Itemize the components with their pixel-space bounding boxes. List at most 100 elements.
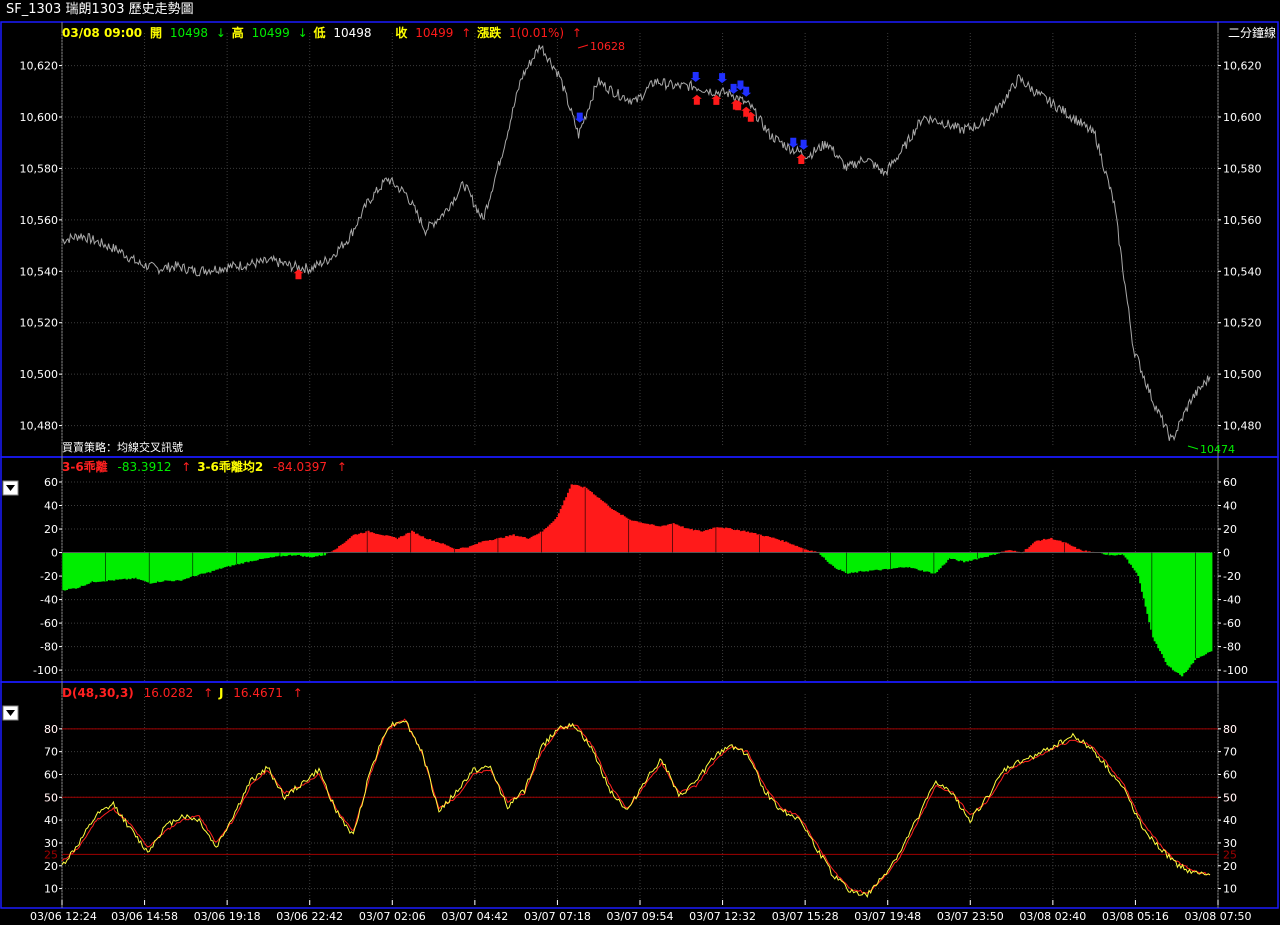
x-tick-label: 03/07 04:42 xyxy=(441,910,508,923)
header-open-arrow: ↓ xyxy=(216,26,226,40)
y-tick-label: -100 xyxy=(33,664,58,677)
y-tick-label: -20 xyxy=(1223,570,1241,583)
y-tick-label: 30 xyxy=(44,837,58,850)
y-tick-label: 40 xyxy=(44,500,58,513)
x-tick-label: 03/07 07:18 xyxy=(524,910,591,923)
bias-arrow: ↑ xyxy=(181,460,191,474)
y-tick-label: -100 xyxy=(1223,664,1248,677)
kd-d-arrow: ↑ xyxy=(203,686,213,700)
y-tick-label: 10,620 xyxy=(20,60,59,73)
bias-ma-arrow: ↑ xyxy=(337,460,347,474)
header-change-value: 1(0.01%) xyxy=(509,26,564,40)
y-tick-label: 10,540 xyxy=(20,265,59,278)
x-tick-label: 03/07 12:32 xyxy=(689,910,756,923)
sell-signal xyxy=(788,137,799,148)
kd-grid xyxy=(61,694,1219,906)
kd-d-line xyxy=(61,718,1211,894)
y-tick-label: 20 xyxy=(44,860,58,873)
sell-signal xyxy=(690,72,701,83)
y-tick-label: 80 xyxy=(44,723,58,736)
y-tick-label: 10,600 xyxy=(20,111,59,124)
high-marker xyxy=(577,44,589,49)
y-tick-label: -20 xyxy=(40,570,58,583)
header-low-label: 低 xyxy=(312,25,325,40)
header-open-label: 開 xyxy=(150,26,162,40)
bias-name: 3-6乖離 xyxy=(62,459,108,474)
header-close-arrow: ↑ xyxy=(461,26,471,40)
y-tick-label: 40 xyxy=(1223,814,1237,827)
x-tick-label: 03/06 19:18 xyxy=(194,910,261,923)
x-tick-label: 03/08 02:40 xyxy=(1019,910,1086,923)
y-tick-label: 0 xyxy=(51,547,58,560)
y-tick-label: 50 xyxy=(1223,791,1237,804)
x-tick-label: 03/07 19:48 xyxy=(854,910,921,923)
period-label: 二分鐘線 xyxy=(1228,25,1276,40)
header-high-arrow: ↓ xyxy=(298,26,308,40)
x-tick-label: 03/06 12:24 xyxy=(30,910,97,923)
low-marker xyxy=(1187,445,1199,450)
kd-j-line xyxy=(61,720,1211,899)
price-line xyxy=(61,44,1211,442)
kd-j-arrow: ↑ xyxy=(293,686,303,700)
buy-signal xyxy=(293,269,304,280)
y-tick-label: 50 xyxy=(44,791,58,804)
x-tick-label: 03/07 15:28 xyxy=(772,910,839,923)
y-tick-label: 10,480 xyxy=(1223,420,1262,433)
y-tick-label: 10,600 xyxy=(1223,111,1262,124)
kd-header: D(48,30,3) 16.0282 ↑ J 16.4671 ↑ xyxy=(62,686,303,700)
y-tick-label: -80 xyxy=(1223,641,1241,654)
x-tick-label: 03/08 07:50 xyxy=(1185,910,1252,923)
bias-ma-value: -84.0397 xyxy=(273,460,327,474)
y-tick-label: 10,500 xyxy=(1223,368,1262,381)
bias-bar xyxy=(1210,552,1213,652)
bias-grid xyxy=(61,470,1219,682)
x-tick-label: 03/06 22:42 xyxy=(276,910,343,923)
high-annotation: 10628 xyxy=(590,40,625,53)
y-tick-label: 20 xyxy=(1223,860,1237,873)
buy-signal xyxy=(691,94,702,105)
x-tick-label: 03/08 05:16 xyxy=(1102,910,1169,923)
y-tick-label: -80 xyxy=(40,641,58,654)
strategy-label: 買賣策略：均線交叉訊號 xyxy=(62,440,183,454)
price-panel[interactable] xyxy=(61,44,1211,450)
header-high-label: 高 xyxy=(232,25,244,40)
header-low-value: 10498 xyxy=(333,26,371,40)
y-tick-label: -40 xyxy=(1223,594,1241,607)
header-datetime: 03/08 09:00 xyxy=(62,26,142,40)
x-tick-label: 03/07 02:06 xyxy=(359,910,426,923)
header-change-arrow: ↑ xyxy=(572,26,582,40)
y-tick-label: 70 xyxy=(44,746,58,759)
kd-collapse-button[interactable] xyxy=(2,705,19,721)
sell-signal xyxy=(717,73,728,84)
header-close-label: 收 xyxy=(395,25,407,40)
y-tick-label: 10,520 xyxy=(20,317,59,330)
kd-d-name: D(48,30,3) xyxy=(62,686,134,700)
y-tick-label: 10,580 xyxy=(1223,162,1262,175)
y-tick-label: 10,540 xyxy=(1223,265,1262,278)
bias-panel[interactable] xyxy=(61,484,1213,677)
y-tick-label: 40 xyxy=(44,814,58,827)
x-tick-label: 03/07 09:54 xyxy=(607,910,674,923)
y-tick-label: 60 xyxy=(1223,768,1237,781)
y-tick-label: 20 xyxy=(44,523,58,536)
y-tick-label: -60 xyxy=(1223,617,1241,630)
header-close-value: 10499 xyxy=(415,26,453,40)
chart-canvas[interactable]: 25 2550 5080 80 10,480 10,48010,500 10,50010,… xyxy=(0,0,1280,925)
bias-value: -83.3912 xyxy=(118,460,172,474)
sell-signal xyxy=(574,112,585,123)
sell-signal xyxy=(798,139,809,150)
y-tick-label: 10,580 xyxy=(20,162,59,175)
bias-collapse-button[interactable] xyxy=(2,480,19,496)
kd-j-value: 16.4671 xyxy=(233,686,283,700)
y-tick-label: 10,500 xyxy=(20,368,59,381)
y-tick-label: 10,560 xyxy=(20,214,59,227)
y-tick-label: 70 xyxy=(1223,746,1237,759)
y-tick-label: 10,620 xyxy=(1223,60,1262,73)
bias-ma-name: 3-6乖離均2 xyxy=(197,459,263,474)
y-tick-label: 60 xyxy=(1223,476,1237,489)
y-tick-label: -60 xyxy=(40,617,58,630)
x-tick-label: 03/07 23:50 xyxy=(937,910,1004,923)
y-tick-label: 0 xyxy=(1223,547,1230,560)
y-tick-label: 10 xyxy=(1223,883,1237,896)
x-tick-label: 03/06 14:58 xyxy=(111,910,178,923)
